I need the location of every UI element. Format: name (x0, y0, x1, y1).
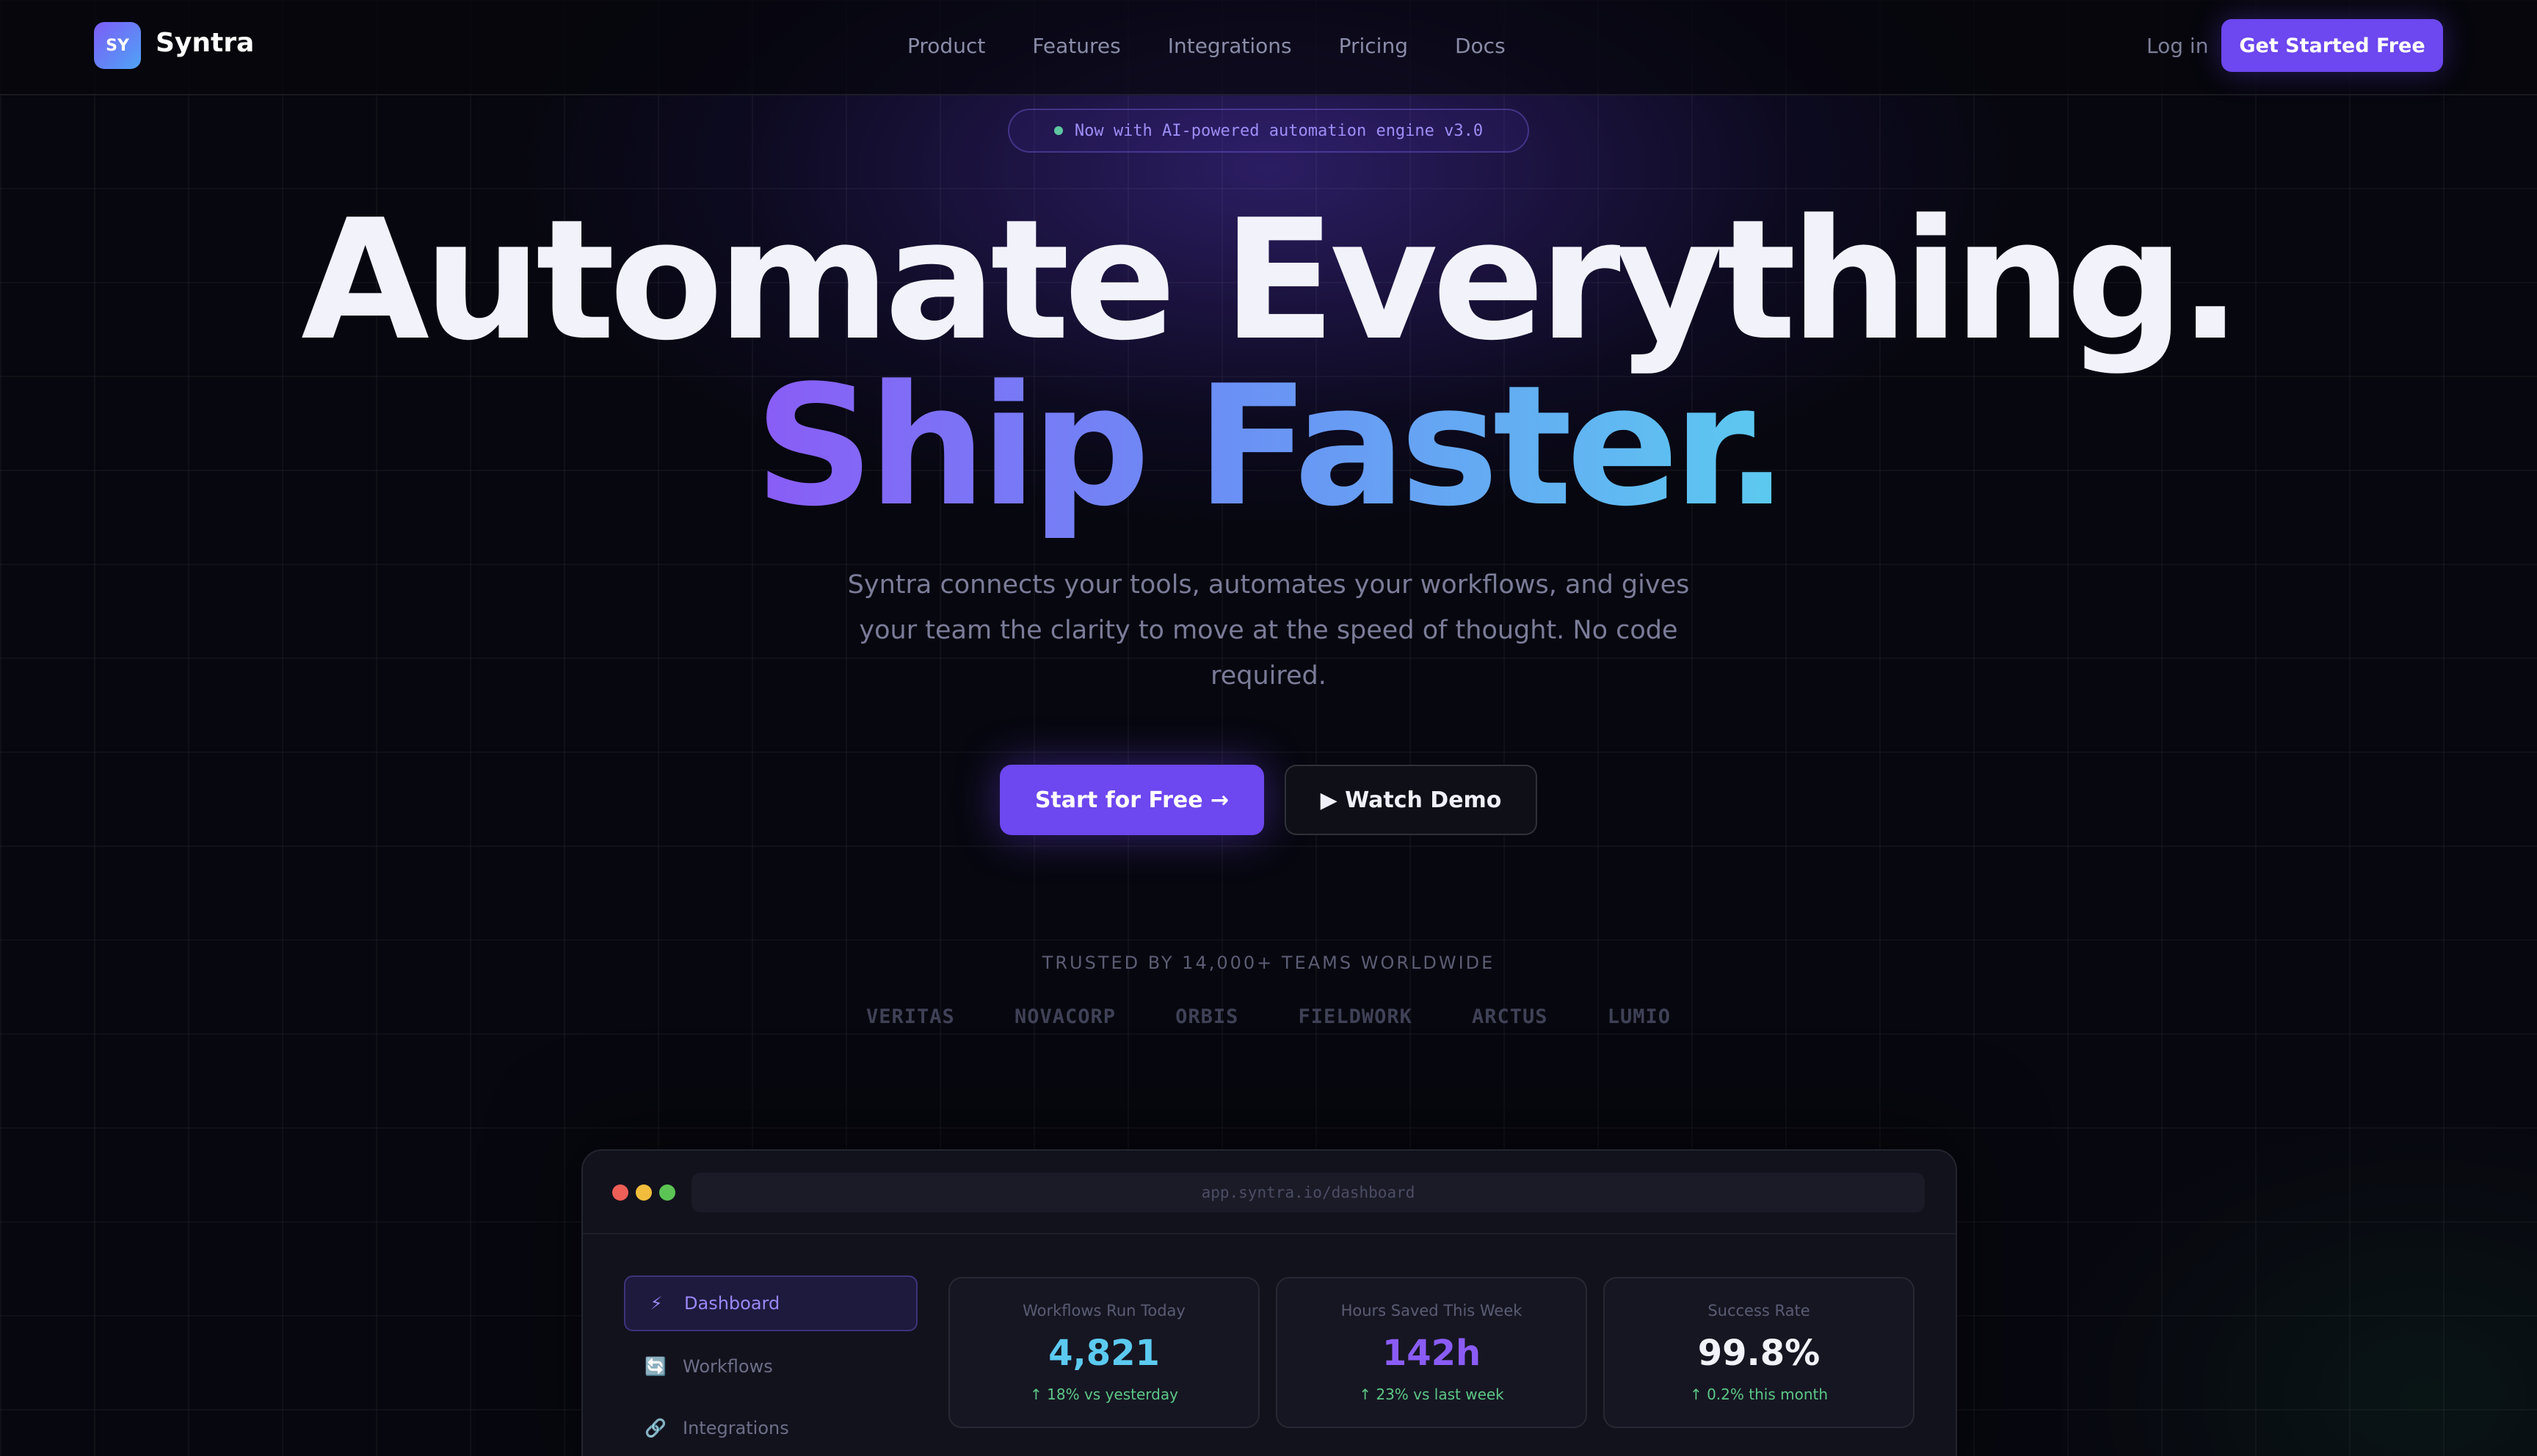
minimize-dot-icon (636, 1184, 652, 1201)
announcement-text: Now with AI-powered automation engine v3… (1074, 121, 1484, 140)
stat-label: Workflows Run Today (1023, 1302, 1186, 1320)
stat-card-workflows: Workflows Run Today 4,821 ↑ 18% vs yeste… (948, 1277, 1260, 1428)
nav-link-product[interactable]: Product (907, 34, 985, 58)
stat-change: ↑ 23% vs last week (1359, 1386, 1504, 1403)
sidebar-item-integrations[interactable]: 🔗 Integrations (624, 1400, 918, 1456)
brand-logo: ARCTUS (1472, 1005, 1548, 1028)
brand-logo: VERITAS (866, 1005, 955, 1028)
nav-link-docs[interactable]: Docs (1455, 34, 1506, 58)
refresh-icon: 🔄 (645, 1356, 667, 1377)
stat-label: Hours Saved This Week (1340, 1302, 1522, 1320)
lightning-icon: ⚡ (650, 1293, 663, 1314)
window-titlebar: app.syntra.io/dashboard (583, 1151, 1956, 1234)
hero-subtext: Syntra connects your tools, automates yo… (847, 570, 1690, 691)
trusted-label: TRUSTED BY 14,000+ TEAMS WORLDWIDE (1042, 953, 1495, 973)
headline-line-1: Automate Everything. (301, 184, 2242, 377)
stat-value: 4,821 (1048, 1333, 1160, 1374)
brand-logo: ORBIS (1175, 1005, 1239, 1028)
brand-logo: LUMIO (1607, 1005, 1671, 1028)
stat-change: ↑ 18% vs yesterday (1030, 1386, 1178, 1403)
brand-name[interactable]: Syntra (156, 28, 254, 58)
sidebar-item-label: Workflows (683, 1356, 773, 1377)
app-preview-window: app.syntra.io/dashboard ⚡ Dashboard 🔄 Wo… (581, 1149, 1957, 1456)
nav-links: Product Features Integrations Pricing Do… (907, 34, 1506, 58)
close-dot-icon (612, 1184, 628, 1201)
sidebar-item-label: Integrations (683, 1418, 789, 1438)
login-link[interactable]: Log in (2146, 34, 2208, 58)
get-started-button[interactable]: Get Started Free (2221, 19, 2443, 72)
stat-label: Success Rate (1707, 1302, 1810, 1320)
announcement-badge[interactable]: Now with AI-powered automation engine v3… (1008, 109, 1529, 153)
start-free-button[interactable]: Start for Free → (1000, 765, 1264, 835)
top-nav: SY Syntra Product Features Integrations … (0, 0, 2537, 95)
brand-logo: FIELDWORK (1298, 1005, 1412, 1028)
stat-card-hours: Hours Saved This Week 142h ↑ 23% vs last… (1276, 1277, 1587, 1428)
link-icon: 🔗 (645, 1418, 667, 1438)
logo-icon[interactable]: SY (94, 22, 141, 69)
nav-link-pricing[interactable]: Pricing (1339, 34, 1408, 58)
nav-link-features[interactable]: Features (1032, 34, 1120, 58)
brand-logos: VERITAS NOVACORP ORBIS FIELDWORK ARCTUS … (866, 1005, 1671, 1028)
sidebar-item-label: Dashboard (684, 1293, 780, 1314)
stat-change: ↑ 0.2% this month (1689, 1386, 1829, 1403)
status-dot-icon (1053, 126, 1063, 135)
stat-value: 142h (1382, 1333, 1481, 1374)
landing-page: SY Syntra Product Features Integrations … (0, 0, 2537, 1456)
headline-gradient-text: Ship Faster. (754, 350, 1788, 543)
stat-card-success: Success Rate 99.8% ↑ 0.2% this month (1603, 1277, 1914, 1428)
nav-link-integrations[interactable]: Integrations (1168, 34, 1292, 58)
headline-line-2: Ship Faster. (0, 364, 2537, 530)
stat-value: 99.8% (1697, 1333, 1821, 1374)
brand-logo: NOVACORP (1014, 1005, 1116, 1028)
sidebar-item-dashboard[interactable]: ⚡ Dashboard (624, 1275, 918, 1331)
watch-demo-button[interactable]: ▶ Watch Demo (1285, 765, 1537, 835)
maximize-dot-icon (659, 1184, 675, 1201)
sidebar-item-workflows[interactable]: 🔄 Workflows (624, 1339, 918, 1394)
address-bar[interactable]: app.syntra.io/dashboard (692, 1173, 1925, 1212)
